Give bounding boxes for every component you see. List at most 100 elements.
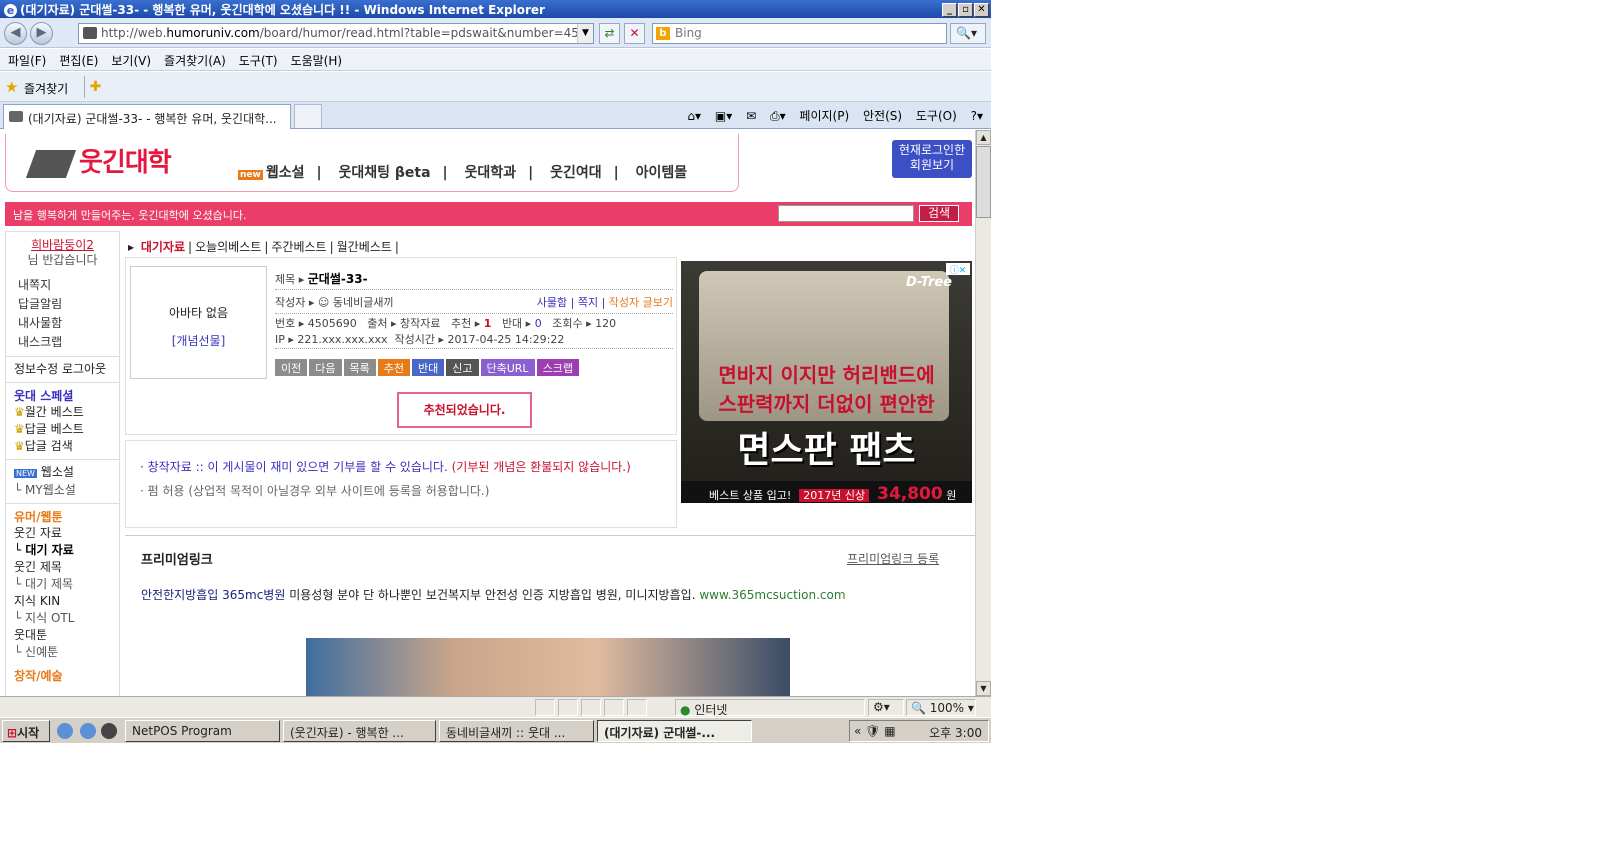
network-icon[interactable]: ▦	[884, 724, 895, 738]
site-search-button[interactable]: 검색	[919, 205, 959, 222]
sidebar-item-reply-search[interactable]: ♛답글 검색	[6, 438, 119, 455]
favorites-button[interactable]: 즐겨찾기	[24, 80, 68, 97]
menu-tools[interactable]: 도구(T)	[231, 49, 283, 69]
gift-concept-link[interactable]: [개념선물]	[131, 327, 266, 355]
message-link[interactable]: 쪽지	[578, 296, 598, 309]
maximize-button[interactable]: ▫	[958, 3, 973, 17]
protected-mode-icon[interactable]: ⚙▾	[868, 699, 904, 716]
nav-webnovel[interactable]: new 웹소설	[226, 165, 316, 181]
nav-dept[interactable]: 웃대학과	[453, 165, 529, 181]
new-tab-button[interactable]	[294, 104, 322, 128]
tools-menu[interactable]: 도구(O)	[916, 109, 957, 123]
post-action-button[interactable]: 단축URL	[480, 359, 535, 376]
search-button[interactable]: 🔍▾	[950, 23, 986, 44]
task-netpos[interactable]: NetPOS Program	[125, 720, 280, 742]
crumb-monthly-best[interactable]: 월간베스트	[334, 240, 395, 254]
start-button[interactable]: ⊞시작	[2, 720, 50, 742]
sidebar-item-humor-wait[interactable]: └ 대기 자료	[6, 542, 119, 559]
post-action-button[interactable]: 목록	[343, 359, 376, 376]
ad-close-icon[interactable]: ⓘ✕	[946, 263, 970, 276]
post-title: 군대썰-33-	[307, 272, 368, 286]
scroll-down-button[interactable]: ▼	[976, 681, 991, 696]
forward-button[interactable]: ▶	[30, 22, 53, 45]
site-search-input[interactable]	[778, 205, 914, 222]
print-icon[interactable]: ⎙▾	[770, 109, 786, 123]
security-icon[interactable]: 🛡	[865, 724, 880, 738]
task-current[interactable]: (대기자료) 군대썰-...	[597, 720, 752, 742]
scroll-thumb[interactable]	[976, 146, 991, 218]
quicklaunch-ie-icon[interactable]	[80, 723, 96, 739]
premium-register-link[interactable]: 프리미엄링크 등록	[847, 550, 939, 567]
minimize-button[interactable]: _	[942, 3, 957, 17]
author-name[interactable]: 동네비글새끼	[333, 296, 394, 309]
crumb-today-best[interactable]: 오늘의베스트	[192, 240, 264, 254]
address-dropdown[interactable]: ▼	[577, 24, 593, 43]
sidebar-item-webnovel[interactable]: NEW 웹소설	[6, 464, 119, 482]
nav-itemmall[interactable]: 아이템몰	[624, 165, 700, 181]
sidebar-item-locker[interactable]: 내사물함	[18, 314, 119, 333]
post-date: 2017-04-25 14:29:22	[447, 333, 565, 346]
mail-icon[interactable]: ✉	[746, 109, 756, 123]
post-action-button[interactable]: 스크랩	[536, 359, 579, 376]
sidebar-item-humor[interactable]: 웃긴 자료	[6, 525, 119, 542]
crumb-weekly-best[interactable]: 주간베스트	[268, 240, 329, 254]
menu-edit[interactable]: 편집(E)	[51, 49, 103, 69]
home-icon[interactable]: ⌂▾	[687, 109, 701, 123]
tray-expand-icon[interactable]: «	[854, 724, 861, 738]
post-action-button[interactable]: 이전	[275, 359, 308, 376]
menu-view[interactable]: 보기(V)	[103, 49, 156, 69]
quicklaunch-desktop-icon[interactable]	[57, 723, 73, 739]
vertical-scrollbar[interactable]: ▲ ▼	[975, 130, 991, 696]
sidebar-item-my-webnovel[interactable]: └ MY웹소설	[6, 482, 119, 499]
menu-file[interactable]: 파일(F)	[0, 49, 51, 69]
sidebar-item-otl[interactable]: └ 지식 OTL	[6, 610, 119, 627]
post-action-button[interactable]: 추천	[377, 359, 410, 376]
quicklaunch-media-icon[interactable]	[101, 723, 117, 739]
address-input[interactable]: http://web.humoruniv.com/board/humor/rea…	[78, 23, 594, 44]
sidebar-item-monthly-best[interactable]: ♛월간 베스트	[6, 404, 119, 421]
nav-womens[interactable]: 웃긴여대	[538, 165, 614, 181]
add-favorite-icon[interactable]: ✚	[84, 76, 106, 98]
back-button[interactable]: ◀	[4, 22, 27, 45]
account-links[interactable]: 정보수정 로그아웃	[6, 356, 119, 378]
system-tray: « 🛡 ▦ 오후 3:00	[849, 720, 989, 742]
close-button[interactable]: ✕	[974, 3, 989, 17]
task-humor[interactable]: (웃긴자료) - 행복한 ...	[283, 720, 436, 742]
tab-active[interactable]: (대기자료) 군대썰-33- - 행복한 유머, 웃긴대학...	[3, 104, 291, 129]
ad-banner[interactable]: D-Tree ⓘ✕ 면바지 이지만 허리밴드에 스판력까지 더없이 편안한 면스판…	[681, 261, 972, 503]
sidebar-item-funny-titles[interactable]: 웃긴 제목	[6, 559, 119, 576]
page-menu[interactable]: 페이지(P)	[799, 109, 849, 123]
menu-favorites[interactable]: 즐겨찾기(A)	[156, 49, 231, 69]
site-logo[interactable]: 웃긴대학	[25, 142, 172, 179]
premium-link[interactable]: 안전한지방흡입 365mc병원 미용성형 분야 단 하나뿐인 보건복지부 안전성…	[141, 586, 846, 603]
sidebar-item-webtoon[interactable]: 웃대툰	[6, 627, 119, 644]
sidebar-item-scrap[interactable]: 내스크랩	[18, 333, 119, 352]
crumb-wait[interactable]: 대기자료	[138, 240, 188, 254]
tab-favicon	[9, 111, 23, 122]
nav-chat[interactable]: 웃대채팅 βeta	[326, 165, 442, 181]
logged-in-members-button[interactable]: 현재로그인한 회원보기	[892, 140, 972, 178]
feeds-icon[interactable]: ▣▾	[715, 109, 732, 123]
favorites-star-icon[interactable]: ★	[5, 78, 18, 96]
menu-help[interactable]: 도움말(H)	[283, 49, 348, 69]
zoom-control[interactable]: 🔍 100% ▾	[906, 699, 976, 716]
locker-link[interactable]: 사물함	[537, 296, 567, 309]
safety-menu[interactable]: 안전(S)	[863, 109, 902, 123]
sidebar-item-messages[interactable]: 내쪽지	[18, 276, 119, 295]
sidebar-item-reply-alerts[interactable]: 답글알림	[18, 295, 119, 314]
sidebar-item-new-toon[interactable]: └ 신예툰	[6, 644, 119, 661]
post-action-button[interactable]: 신고	[446, 359, 479, 376]
sidebar-item-kin[interactable]: 지식 KIN	[6, 593, 119, 610]
help-icon[interactable]: ?▾	[971, 109, 983, 123]
refresh-button[interactable]: ⇄	[599, 23, 620, 44]
sidebar-item-reply-best[interactable]: ♛답글 베스트	[6, 421, 119, 438]
username-link[interactable]: 희바람둥이2	[31, 238, 94, 252]
author-posts-link[interactable]: 작성자 글보기	[609, 296, 673, 309]
search-input[interactable]: b Bing	[652, 23, 947, 44]
post-action-button[interactable]: 반대	[412, 359, 445, 376]
stop-button[interactable]: ✕	[624, 23, 645, 44]
scroll-up-button[interactable]: ▲	[976, 130, 991, 145]
task-author[interactable]: 동네비글새끼 :: 웃대 ...	[439, 720, 594, 742]
sidebar-item-title-wait[interactable]: └ 대기 제목	[6, 576, 119, 593]
post-action-button[interactable]: 다음	[309, 359, 342, 376]
